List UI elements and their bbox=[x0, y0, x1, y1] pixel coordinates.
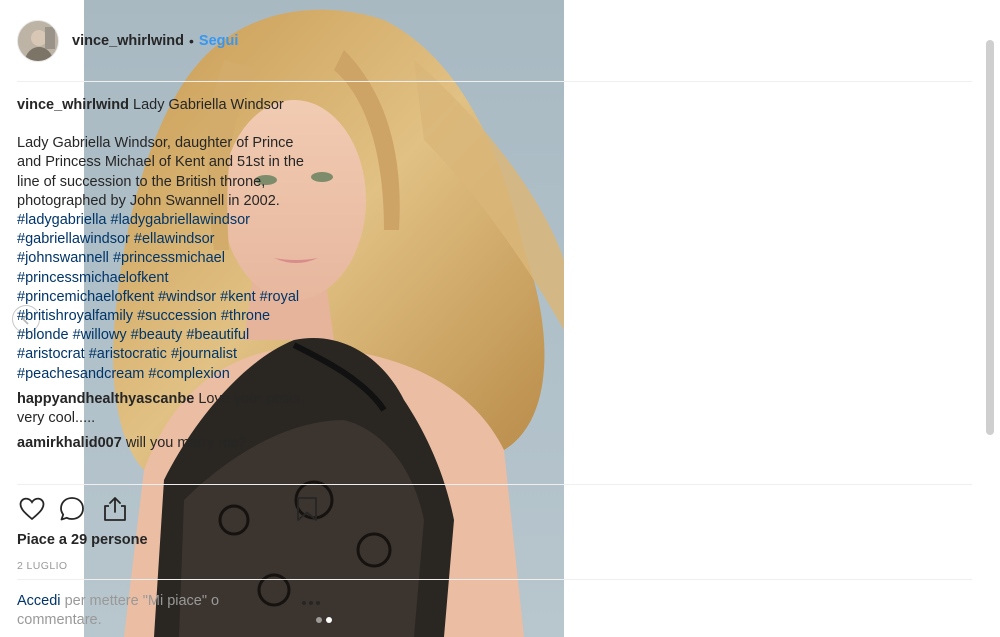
hashtag-link[interactable]: #journalist bbox=[171, 346, 237, 362]
hashtag-link[interactable]: #princessmichael bbox=[113, 250, 225, 266]
comments-divider bbox=[17, 484, 972, 485]
more-options-button[interactable] bbox=[302, 598, 322, 608]
hashtag-link[interactable]: #beautiful bbox=[186, 327, 249, 343]
caption-title: Lady Gabriella Windsor bbox=[133, 97, 284, 113]
comments-list[interactable]: vince_whirlwind Lady Gabriella Windsor L… bbox=[17, 96, 307, 484]
header-divider bbox=[17, 81, 972, 82]
avatar[interactable] bbox=[17, 20, 59, 62]
more-options-icon-dot bbox=[309, 601, 313, 605]
hashtag-link[interactable]: #gabriellawindsor bbox=[17, 231, 130, 247]
comment-item: aamirkhalid007 will you marry me? bbox=[17, 434, 307, 453]
hashtag-link[interactable]: #blonde bbox=[17, 327, 69, 343]
more-options-icon-dot bbox=[316, 601, 320, 605]
post-header: vince_whirlwind • Segui bbox=[17, 18, 972, 64]
hashtag-link[interactable]: #britishroyalfamily bbox=[17, 308, 133, 324]
comment-button[interactable] bbox=[57, 494, 87, 524]
comment-item: happyandhealthyascanbe Love your posts, … bbox=[17, 390, 307, 428]
login-prompt: Accedi per mettere "Mi piace" o commenta… bbox=[17, 592, 267, 630]
hashtag-link[interactable]: #succession bbox=[137, 308, 217, 324]
hashtag-link[interactable]: #ellawindsor bbox=[134, 231, 215, 247]
save-button[interactable] bbox=[292, 494, 322, 524]
caption-text: Lady Gabriella Windsor, daughter of Prin… bbox=[17, 135, 304, 209]
avatar-image bbox=[18, 21, 58, 61]
comment-username[interactable]: happyandhealthyascanbe bbox=[17, 391, 194, 407]
post-actions bbox=[17, 494, 972, 524]
page-scrollbar[interactable] bbox=[986, 40, 994, 435]
heart-icon bbox=[19, 497, 45, 521]
comment-text: will you marry me? bbox=[125, 435, 247, 452]
hashtag-link[interactable]: #willowy bbox=[73, 327, 127, 343]
hashtag-link[interactable]: #aristocrat bbox=[17, 346, 85, 362]
bookmark-icon bbox=[297, 497, 317, 521]
username-link[interactable]: vince_whirlwind bbox=[72, 33, 184, 49]
footer-divider bbox=[17, 579, 972, 580]
more-options-icon-dot bbox=[302, 601, 306, 605]
hashtag-link[interactable]: #beauty bbox=[131, 327, 183, 343]
hashtag-link[interactable]: #ladygabriella bbox=[17, 212, 106, 228]
caption-username[interactable]: vince_whirlwind bbox=[17, 97, 129, 113]
hashtag-link[interactable]: #aristocratic bbox=[89, 346, 167, 362]
share-button[interactable] bbox=[100, 494, 130, 524]
follow-button[interactable]: Segui bbox=[199, 33, 238, 49]
hashtag-link[interactable]: #royal bbox=[260, 289, 300, 305]
carousel-dot bbox=[316, 617, 322, 623]
share-icon bbox=[104, 497, 126, 521]
header-separator: • bbox=[189, 33, 194, 49]
carousel-dot-active bbox=[326, 617, 332, 623]
likes-count[interactable]: Piace a 29 persone bbox=[17, 532, 148, 548]
hashtag-link[interactable]: #kent bbox=[220, 289, 255, 305]
comment-username[interactable]: aamirkhalid007 bbox=[17, 435, 122, 451]
like-button[interactable] bbox=[17, 494, 47, 524]
caption-body: Lady Gabriella Windsor, daughter of Prin… bbox=[17, 134, 307, 384]
hashtag-list: #ladygabriella #ladygabriellawindsor #ga… bbox=[17, 212, 299, 382]
hashtag-link[interactable]: #windsor bbox=[158, 289, 216, 305]
post-side-panel bbox=[650, 0, 1000, 637]
hashtag-link[interactable]: #throne bbox=[221, 308, 270, 324]
hashtag-link[interactable]: #peachesandcream bbox=[17, 366, 144, 382]
hashtag-link[interactable]: #princemichaelofkent bbox=[17, 289, 154, 305]
comment-bubble-icon bbox=[60, 497, 84, 521]
hashtag-link[interactable]: #princessmichaelofkent bbox=[17, 270, 169, 286]
hashtag-link[interactable]: #complexion bbox=[148, 366, 229, 382]
login-link[interactable]: Accedi bbox=[17, 593, 61, 609]
caption-title-row: vince_whirlwind Lady Gabriella Windsor bbox=[17, 96, 307, 115]
post-date[interactable]: 2 LUGLIO bbox=[17, 560, 67, 572]
hashtag-link[interactable]: #johnswannell bbox=[17, 250, 109, 266]
hashtag-link[interactable]: #ladygabriellawindsor bbox=[111, 212, 250, 228]
